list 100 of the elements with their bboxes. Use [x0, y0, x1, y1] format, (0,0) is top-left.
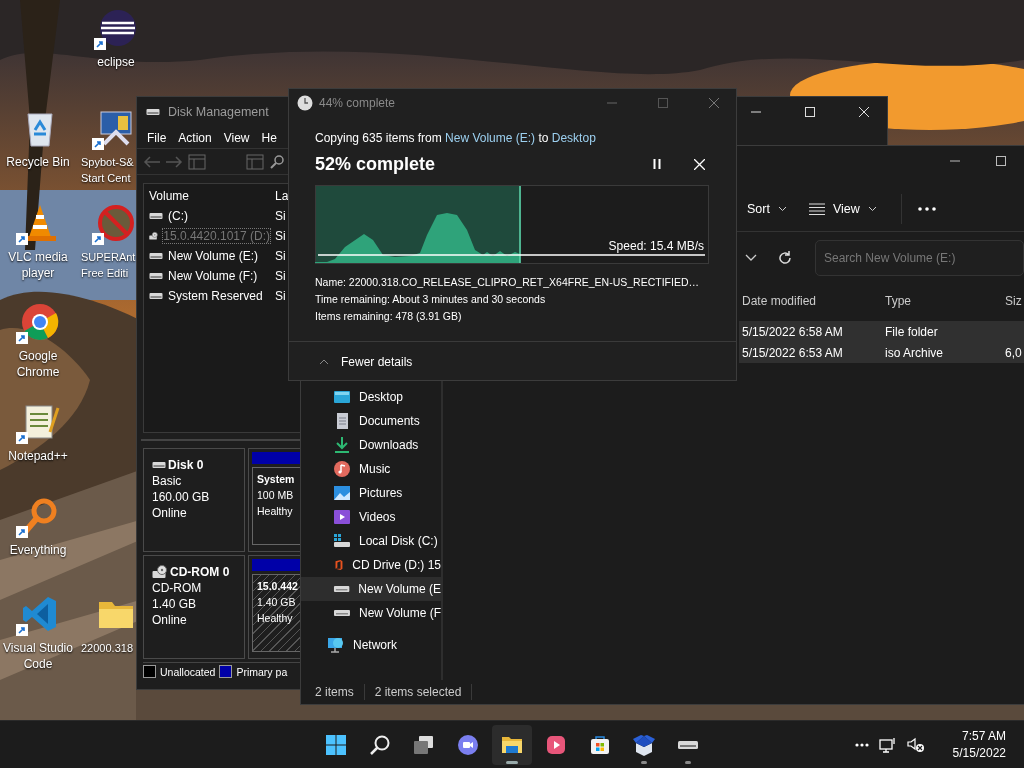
minimize-icon [751, 111, 761, 113]
partition-header-bar [252, 559, 303, 571]
table-cell-text: 6,0 [1005, 345, 1023, 360]
location-link[interactable]: New Volume (E:) [445, 131, 536, 145]
circle-logo-icon[interactable] [16, 302, 60, 346]
nav-label[interactable]: Downloads [359, 438, 419, 452]
taskbar-button[interactable] [492, 725, 532, 765]
nav-label[interactable]: Documents [359, 414, 420, 428]
chat-icon [456, 733, 480, 757]
nav-item[interactable]: Documents [301, 409, 441, 433]
prohibited-sign-icon[interactable] [92, 203, 136, 247]
nav-item[interactable]: Network [301, 633, 441, 657]
notepad-icon[interactable] [16, 402, 60, 446]
nav-label[interactable]: Pictures [359, 486, 403, 500]
drive-label[interactable]: 15.0.4420.1017 (D:) [163, 229, 270, 243]
desktop-icon-label[interactable]: Google Chrome [16, 348, 60, 380]
magnifier-icon[interactable] [269, 153, 285, 170]
nav-label[interactable]: New Volume (F [358, 606, 441, 620]
toolbar-button[interactable]: View [800, 195, 885, 222]
menu-item[interactable]: View [217, 130, 256, 145]
desktop-icon-label[interactable]: Everything [9, 542, 67, 558]
speed-reading: Speed: 15.4 MB/s [608, 239, 704, 253]
circle-logo-icon[interactable] [94, 8, 138, 52]
disk-drive-icon [149, 271, 163, 281]
nav-item[interactable]: Pictures [301, 481, 441, 505]
minimize-icon [950, 160, 960, 162]
menu-item[interactable]: File [141, 130, 173, 145]
desktop-icon-label[interactable]: SUPERAnt Free Editi [81, 249, 136, 281]
disk-drive-icon [333, 585, 351, 593]
nav-item[interactable]: CD Drive (D:) 15 [301, 553, 441, 577]
nav-item[interactable]: Desktop [301, 385, 441, 409]
nav-label[interactable]: Music [359, 462, 391, 476]
column-header[interactable]: Siz [1005, 293, 1024, 308]
nav-item[interactable]: Downloads [301, 433, 441, 457]
desktop-icon-label[interactable]: VLC media player [8, 249, 68, 281]
partition-name: 15.0.442 [257, 579, 298, 594]
nav-item[interactable]: Music [301, 457, 441, 481]
disk-size: 1.40 GB [152, 596, 198, 612]
desktop-icon-label[interactable]: 22000.318 [81, 640, 133, 656]
drive-label[interactable]: (C:) [168, 209, 188, 223]
drive-label[interactable]: New Volume (F:) [168, 269, 258, 283]
desktop-icon-label[interactable]: eclipse [97, 54, 135, 70]
desktop-icon-label[interactable]: Recycle Bin [6, 154, 70, 170]
volume-muted-icon[interactable] [906, 737, 925, 753]
status-text: 2 items selected [374, 685, 462, 699]
toolbar-button[interactable]: Sort [739, 195, 795, 222]
menu-item[interactable]: He [255, 130, 283, 145]
more-options-icon[interactable] [917, 206, 936, 211]
nav-item[interactable]: Local Disk (C:) [301, 529, 441, 553]
column-header[interactable]: Volume [144, 189, 270, 203]
clock-date[interactable]: 5/15/2022 [952, 745, 1006, 762]
disk-size: 160.00 GB [152, 489, 211, 505]
drive-label[interactable]: System Reserved [168, 289, 263, 303]
disk-status: Online [152, 505, 188, 521]
pause-icon [652, 159, 662, 169]
start-icon [324, 733, 348, 757]
desktop-icon-label[interactable]: Visual Studio Code [3, 640, 73, 672]
close-icon [708, 98, 719, 108]
file-row[interactable]: 5/15/2022 6:53 AM iso Archive 6,0 [739, 342, 1024, 363]
location-link[interactable]: Desktop [551, 131, 596, 145]
nav-label[interactable]: Videos [359, 510, 396, 524]
drive-label[interactable]: New Volume (E:) [168, 249, 259, 263]
partition-header-bar [252, 452, 303, 464]
table-cell: Si [275, 209, 286, 223]
desktop-icon-label[interactable]: Notepad++ [8, 448, 68, 464]
close-icon [859, 107, 869, 117]
clock-time[interactable]: 7:57 AM [961, 728, 1006, 745]
clock-icon [297, 95, 313, 111]
partition-status: Healthy [257, 611, 293, 626]
nav-item[interactable]: Videos [301, 505, 441, 529]
details-toggle[interactable]: Fewer details [319, 354, 413, 369]
partition-panel[interactable]: 15.0.442 1.40 GB Healthy [248, 555, 303, 659]
table-cell-text: 5/15/2022 6:53 AM [742, 345, 844, 360]
table-cell: Si [275, 289, 286, 303]
column-header[interactable]: La [270, 189, 289, 203]
table-cell-text: File folder [885, 324, 939, 339]
nav-item[interactable]: New Volume (E [301, 577, 441, 601]
menu-item[interactable]: Action [172, 130, 218, 145]
maximize-icon [805, 107, 815, 117]
copy-summary: Copying 635 items from New Volume (E:) to Desktop [315, 130, 597, 146]
nav-label[interactable]: New Volume (E [358, 582, 441, 596]
column-header[interactable]: Date modified [742, 293, 885, 308]
more-icon[interactable] [854, 743, 869, 747]
disk-drive-icon [149, 211, 163, 221]
nav-label[interactable]: Local Disk (C:) [359, 534, 438, 548]
maximize-icon [996, 156, 1006, 166]
desktop-icon-label[interactable]: Spybot-S& Start Cent [81, 154, 134, 186]
file-row[interactable]: 5/15/2022 6:58 AM File folder [739, 321, 1024, 342]
nav-label[interactable]: CD Drive (D:) 15 [352, 558, 441, 572]
network-icon[interactable] [878, 737, 897, 753]
table-cell: Si [275, 269, 286, 283]
nav-label[interactable]: Desktop [359, 390, 404, 404]
window-title: 44% complete [319, 96, 396, 110]
cd-drive-icon [152, 565, 168, 579]
clock[interactable]: 7:57 AM 5/15/2022 [952, 728, 1006, 762]
nav-label[interactable]: Network [353, 638, 397, 652]
search-field[interactable]: Search New Volume (E:) [815, 240, 1024, 276]
nav-item[interactable]: New Volume (F [301, 601, 441, 625]
column-header[interactable]: Type [885, 293, 1005, 308]
partition-name: System [257, 472, 295, 487]
